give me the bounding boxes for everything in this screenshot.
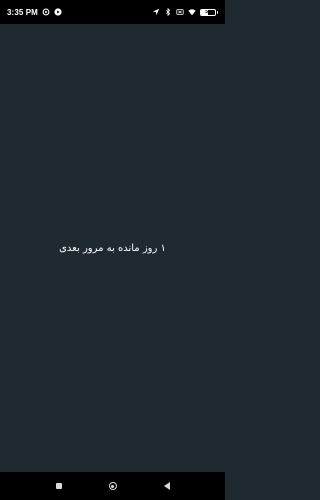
back-button[interactable] <box>159 478 175 494</box>
status-bar: 3:35 PM 53 <box>0 0 225 24</box>
home-icon <box>108 482 117 490</box>
recents-button[interactable] <box>51 478 67 494</box>
status-bar-right: 53 <box>152 8 218 16</box>
battery-level: 53 <box>205 8 211 15</box>
app-screen: 3:35 PM 53 ۱ روز مانده به مرور بعدی <box>0 0 225 500</box>
wifi-icon <box>188 8 196 16</box>
battery-tip <box>216 10 218 14</box>
location-icon <box>152 8 160 16</box>
main-content: ۱ روز مانده به مرور بعدی <box>0 24 225 472</box>
status-time: 3:35 PM <box>7 7 38 17</box>
notification-icon <box>42 8 50 16</box>
status-bar-left: 3:35 PM <box>7 8 62 17</box>
next-review-message: ۱ روز مانده به مرور بعدی <box>59 242 166 254</box>
no-sim-icon <box>176 8 184 16</box>
navigation-bar <box>0 472 225 500</box>
home-button[interactable] <box>105 478 121 494</box>
battery-indicator: 53 <box>200 8 218 16</box>
battery-icon: 53 <box>200 8 216 16</box>
back-icon <box>163 482 170 490</box>
recents-icon <box>55 483 62 489</box>
record-icon <box>54 8 62 16</box>
bluetooth-icon <box>164 8 172 16</box>
